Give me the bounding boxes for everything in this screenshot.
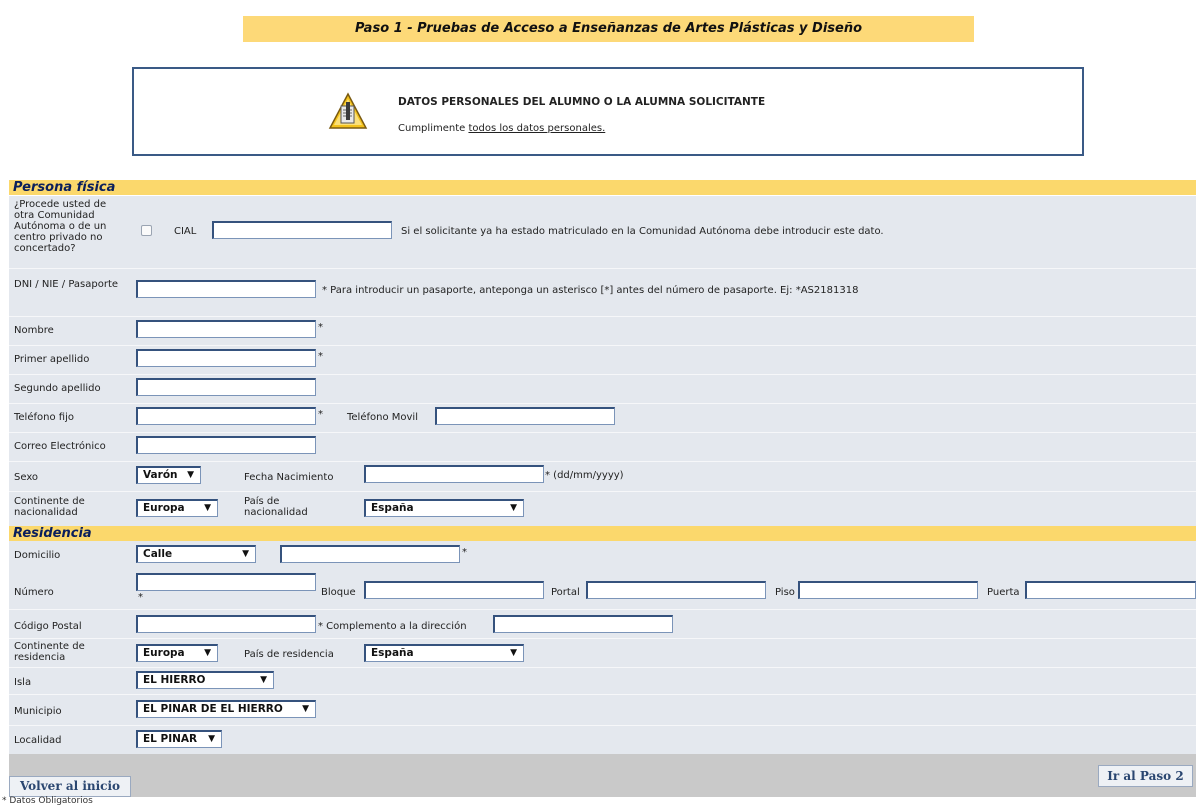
chevron-down-icon: ▼	[302, 704, 309, 714]
sexo-select-value: Varón	[143, 469, 178, 481]
required-footnote: * Datos Obligatorios	[2, 796, 93, 806]
municipio-select-value: EL PINAR DE EL HIERRO	[143, 703, 283, 715]
sexo-label: Sexo	[14, 472, 39, 483]
apellido1-label: Primer apellido	[14, 354, 90, 365]
footer-bar	[9, 754, 1196, 797]
telefono-required: *	[318, 409, 323, 420]
localidad-label: Localidad	[14, 735, 62, 746]
notice-text-prefix: Cumplimente	[398, 123, 469, 134]
domicilio-required: *	[462, 547, 467, 558]
apellido1-input[interactable]	[136, 349, 316, 367]
apellido1-required: *	[318, 351, 323, 362]
chevron-down-icon: ▼	[204, 503, 211, 513]
municipio-label: Municipio	[14, 706, 62, 717]
nombre-input[interactable]	[136, 320, 316, 338]
correo-label: Correo Electrónico	[14, 441, 106, 452]
chevron-down-icon: ▼	[204, 648, 211, 658]
piso-label: Piso	[775, 587, 795, 598]
cial-label: CIAL	[174, 226, 197, 237]
complemento-input[interactable]	[493, 615, 673, 633]
notice-box	[132, 67, 1084, 156]
isla-select[interactable]: EL HIERRO ▼	[136, 671, 274, 689]
numero-input[interactable]	[136, 573, 316, 591]
cp-input[interactable]	[136, 615, 316, 633]
complemento-label: * Complemento a la dirección	[318, 621, 467, 632]
fecha-input[interactable]	[364, 465, 544, 483]
dni-label: DNI / NIE / Pasaporte	[14, 279, 119, 290]
fecha-label: Fecha Nacimiento	[244, 472, 334, 483]
domicilio-input[interactable]	[280, 545, 460, 563]
section-residencia: Residencia	[9, 526, 1196, 541]
pais-residencia-select[interactable]: España ▼	[364, 644, 524, 662]
back-to-start-button[interactable]: Volver al inicio	[9, 776, 131, 797]
warning-icon	[328, 92, 368, 129]
sexo-select[interactable]: Varón ▼	[136, 466, 201, 484]
movil-label: Teléfono Movil	[347, 412, 418, 423]
municipio-select[interactable]: EL PINAR DE EL HIERRO ▼	[136, 700, 316, 718]
pais-select-value: España	[371, 502, 414, 514]
domicilio-label: Domicilio	[14, 550, 61, 561]
notice-title: DATOS PERSONALES DEL ALUMNO O LA ALUMNA …	[398, 96, 766, 108]
pais-residencia-value: España	[371, 647, 414, 659]
isla-label: Isla	[14, 677, 32, 688]
numero-required: *	[138, 592, 143, 603]
portal-label: Portal	[551, 587, 580, 598]
apellido2-input[interactable]	[136, 378, 316, 396]
correo-input[interactable]	[136, 436, 316, 454]
procede-label: ¿Procede usted de otra Comunidad Autónom…	[14, 199, 107, 254]
via-select[interactable]: Calle ▼	[136, 545, 256, 563]
telefono-label: Teléfono fijo	[14, 412, 74, 423]
fecha-note: * (dd/mm/yyyy)	[545, 470, 624, 481]
page-title: Paso 1 - Pruebas de Acceso a Enseñanzas …	[243, 16, 974, 42]
dni-note: * Para introducir un pasaporte, antepong…	[322, 285, 859, 296]
localidad-select-value: EL PINAR	[143, 733, 198, 745]
bloque-input[interactable]	[364, 581, 544, 599]
piso-input[interactable]	[798, 581, 978, 599]
next-step-button[interactable]: Ir al Paso 2	[1098, 765, 1193, 787]
continente-residencia-label: Continente de residencia	[14, 641, 85, 663]
puerta-input[interactable]	[1025, 581, 1196, 599]
apellido2-label: Segundo apellido	[14, 383, 101, 394]
via-select-value: Calle	[143, 548, 173, 560]
portal-input[interactable]	[586, 581, 766, 599]
pais-residencia-label: País de residencia	[244, 649, 334, 660]
nombre-label: Nombre	[14, 325, 54, 336]
chevron-down-icon: ▼	[510, 648, 517, 658]
localidad-select[interactable]: EL PINAR ▼	[136, 730, 222, 748]
telefono-input[interactable]	[136, 407, 316, 425]
isla-select-value: EL HIERRO	[143, 674, 206, 686]
section-persona-fisica: Persona física	[9, 180, 1196, 195]
pais-select[interactable]: España ▼	[364, 499, 524, 517]
chevron-down-icon: ▼	[242, 549, 249, 559]
cp-label: Código Postal	[14, 621, 82, 632]
continente-label: Continente de nacionalidad	[14, 496, 85, 518]
procede-checkbox[interactable]	[141, 225, 152, 236]
puerta-label: Puerta	[987, 587, 1020, 598]
dni-input[interactable]	[136, 280, 316, 298]
numero-label: Número	[14, 587, 54, 598]
chevron-down-icon: ▼	[260, 675, 267, 685]
chevron-down-icon: ▼	[187, 470, 194, 480]
movil-input[interactable]	[435, 407, 615, 425]
chevron-down-icon: ▼	[510, 503, 517, 513]
continente-select[interactable]: Europa ▼	[136, 499, 218, 517]
chevron-down-icon: ▼	[208, 734, 215, 744]
bloque-label: Bloque	[321, 587, 356, 598]
cial-input[interactable]	[212, 221, 392, 239]
continente-residencia-select[interactable]: Europa ▼	[136, 644, 218, 662]
pais-label: País de nacionalidad	[244, 496, 308, 518]
notice-text: Cumplimente todos los datos personales.	[398, 123, 605, 134]
notice-link[interactable]: todos los datos personales.	[468, 123, 605, 134]
nombre-required: *	[318, 322, 323, 333]
cial-note: Si el solicitante ya ha estado matricula…	[401, 226, 884, 237]
continente-select-value: Europa	[143, 502, 185, 514]
continente-residencia-value: Europa	[143, 647, 185, 659]
